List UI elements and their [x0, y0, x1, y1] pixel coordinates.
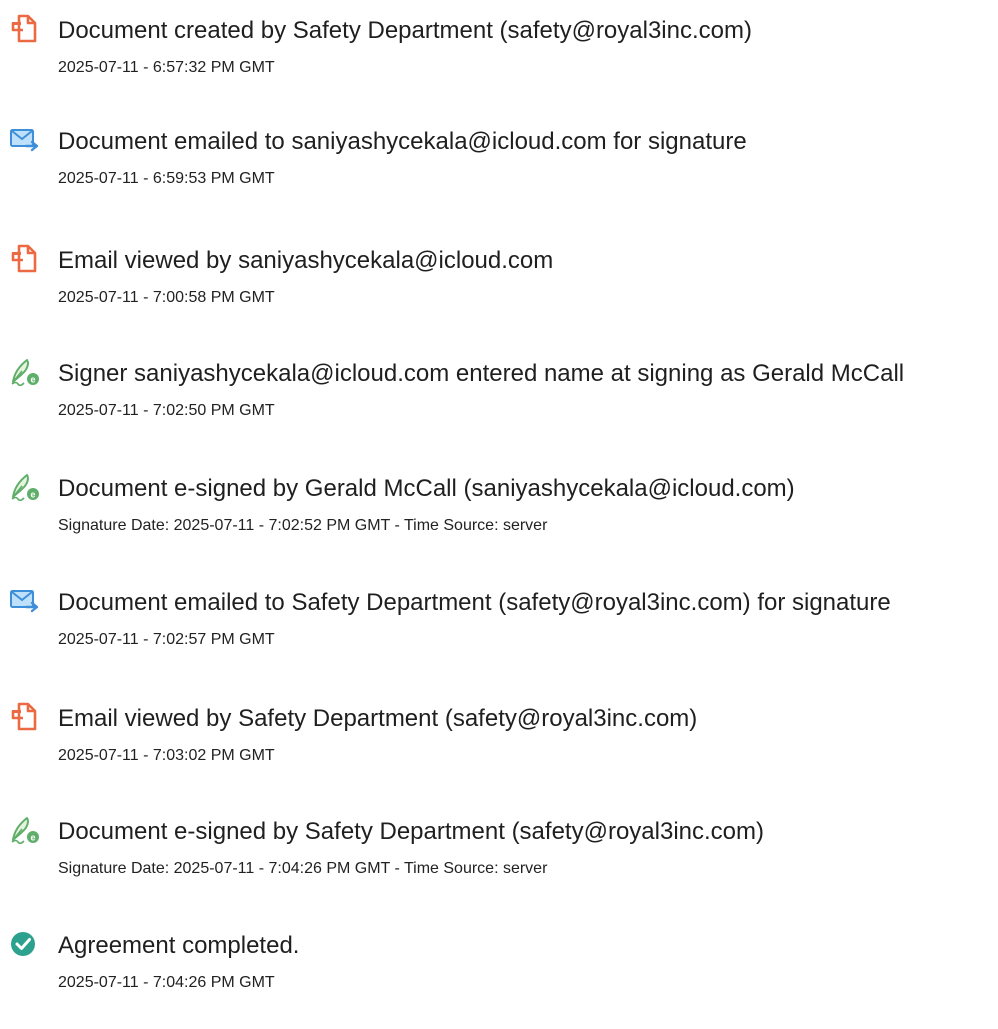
- document-created-icon: [10, 14, 40, 44]
- audit-event: e Document e-signed by Gerald McCall (sa…: [0, 472, 998, 572]
- e-signature-icon: e: [10, 815, 40, 845]
- audit-event: Document created by Safety Department (s…: [0, 14, 998, 114]
- event-timestamp: 2025-07-11 - 7:04:26 PM GMT: [58, 974, 275, 991]
- event-title: Email viewed by Safety Department (safet…: [58, 705, 698, 732]
- event-title: Document emailed to saniyashycekala@iclo…: [58, 128, 747, 155]
- audit-event: Document emailed to saniyashycekala@iclo…: [0, 125, 998, 225]
- event-title: Signer saniyashycekala@icloud.com entere…: [58, 360, 905, 387]
- event-timestamp: Signature Date: 2025-07-11 - 7:02:52 PM …: [58, 517, 548, 534]
- audit-event: e Signer saniyashycekala@icloud.com ente…: [0, 357, 998, 457]
- event-timestamp: 2025-07-11 - 7:00:58 PM GMT: [58, 289, 275, 306]
- document-viewed-icon: [10, 702, 40, 732]
- event-title: Document e-signed by Safety Department (…: [58, 818, 764, 845]
- audit-event: Document emailed to Safety Department (s…: [0, 586, 998, 686]
- event-title: Document emailed to Safety Department (s…: [58, 589, 891, 616]
- event-timestamp: Signature Date: 2025-07-11 - 7:04:26 PM …: [58, 860, 548, 877]
- audit-event: e Document e-signed by Safety Department…: [0, 815, 998, 915]
- event-title: Agreement completed.: [58, 932, 300, 959]
- event-timestamp: 2025-07-11 - 7:02:57 PM GMT: [58, 631, 275, 648]
- document-viewed-icon: [10, 244, 40, 274]
- email-sent-icon: [10, 125, 40, 155]
- event-timestamp: 2025-07-11 - 6:57:32 PM GMT: [58, 59, 275, 76]
- event-timestamp: 2025-07-11 - 6:59:53 PM GMT: [58, 170, 275, 187]
- email-sent-icon: [10, 586, 40, 616]
- event-title: Document e-signed by Gerald McCall (sani…: [58, 475, 795, 502]
- svg-text:e: e: [30, 490, 35, 500]
- svg-text:e: e: [30, 375, 35, 385]
- e-signature-icon: e: [10, 472, 40, 502]
- e-signature-icon: e: [10, 357, 40, 387]
- event-title: Email viewed by saniyashycekala@icloud.c…: [58, 247, 554, 274]
- event-timestamp: 2025-07-11 - 7:02:50 PM GMT: [58, 402, 275, 419]
- svg-text:e: e: [30, 833, 35, 843]
- audit-event: Email viewed by Safety Department (safet…: [0, 702, 998, 802]
- event-timestamp: 2025-07-11 - 7:03:02 PM GMT: [58, 747, 275, 764]
- event-title: Document created by Safety Department (s…: [58, 17, 752, 44]
- audit-event: Email viewed by saniyashycekala@icloud.c…: [0, 244, 998, 344]
- audit-event: Agreement completed. 2025-07-11 - 7:04:2…: [0, 929, 998, 1029]
- check-circle-icon: [10, 929, 40, 959]
